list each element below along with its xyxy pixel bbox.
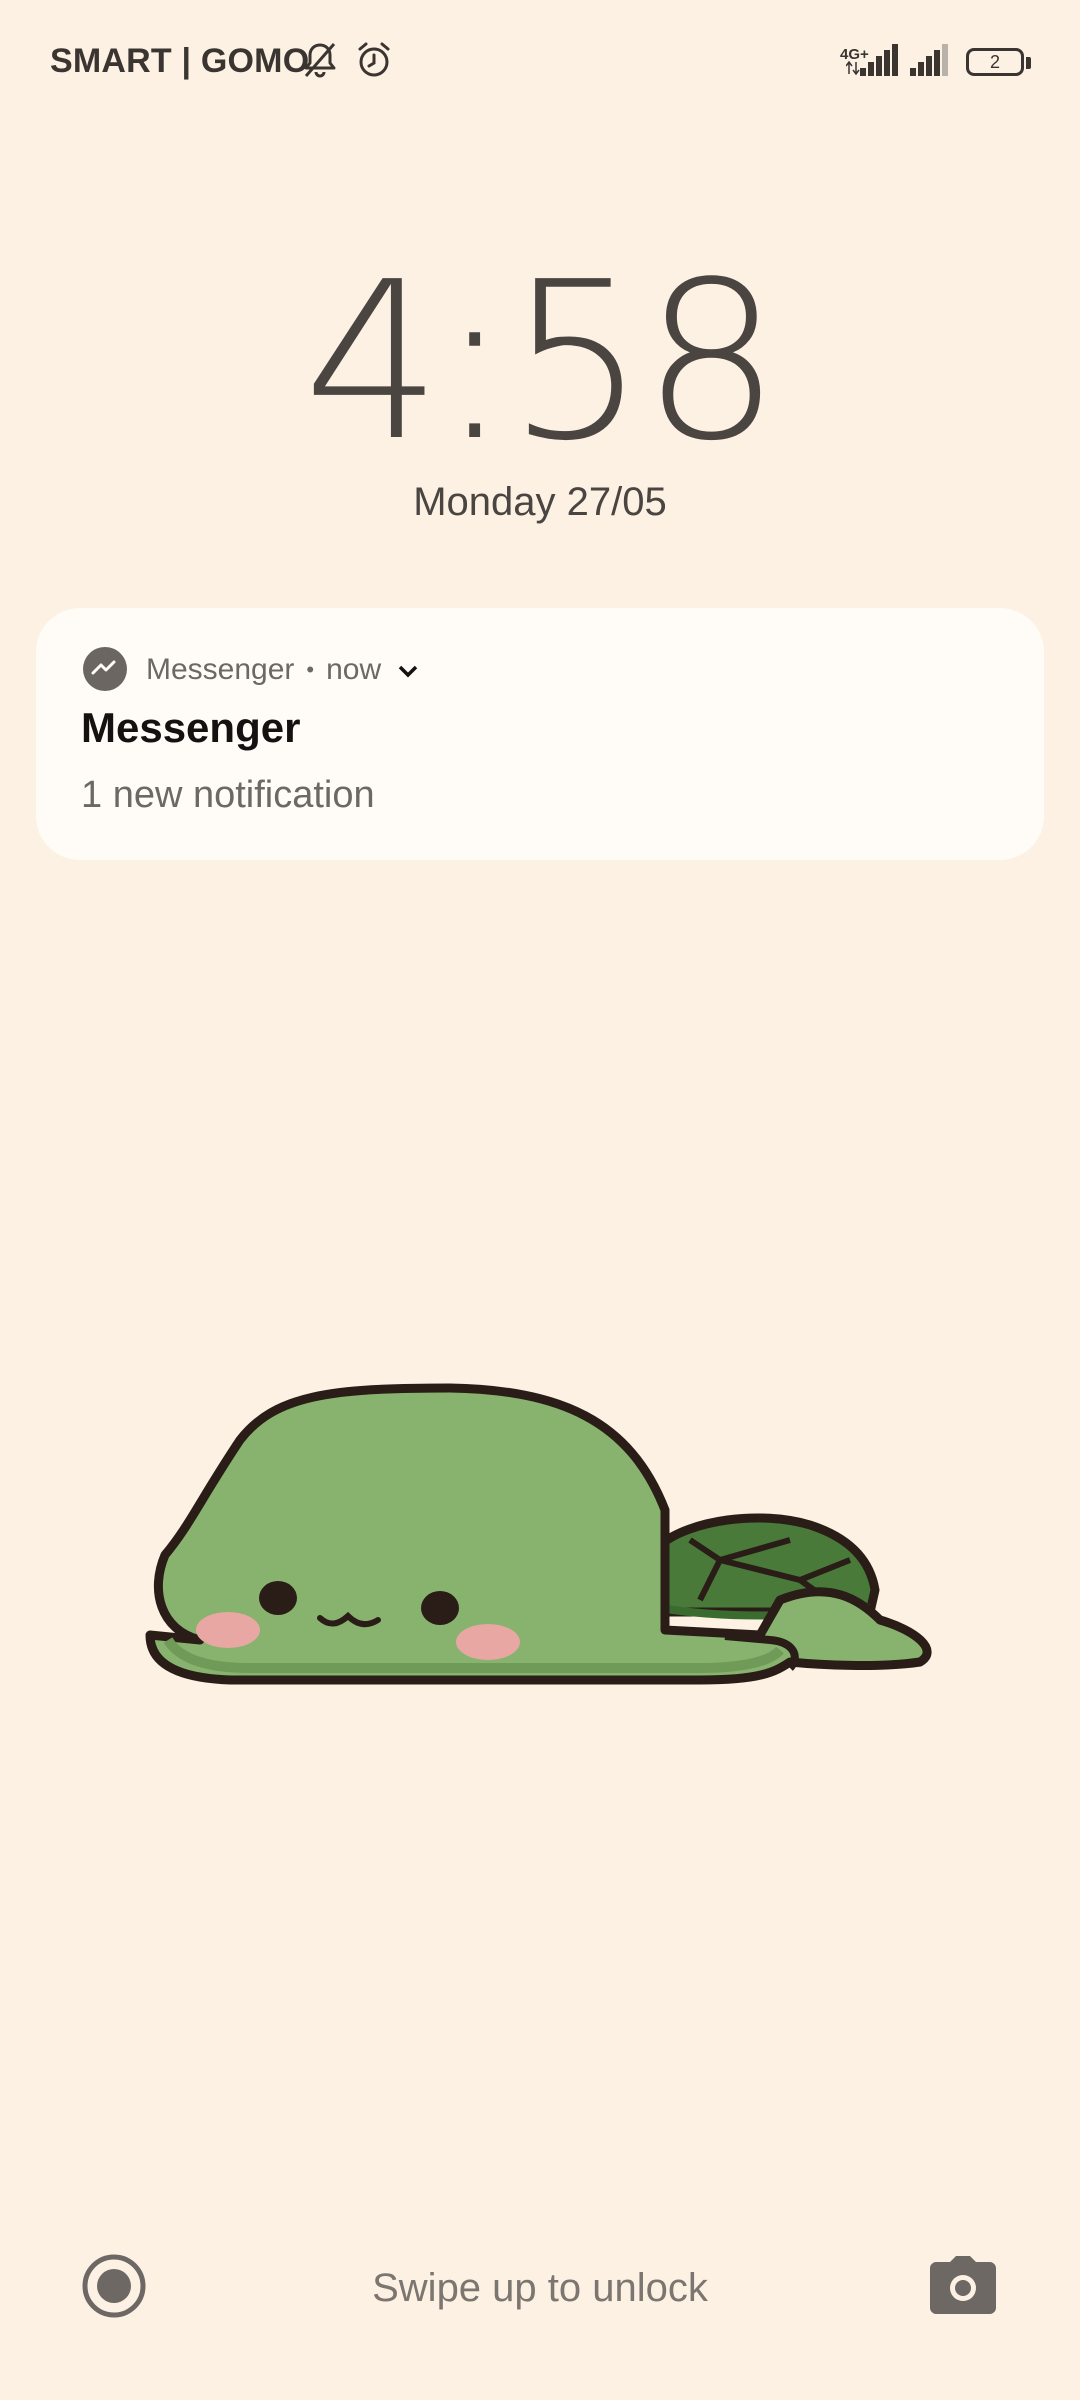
- notification-app-name: Messenger: [146, 653, 295, 687]
- swipe-unlock-hint[interactable]: Swipe up to unlock: [0, 2266, 1080, 2311]
- turtle-wallpaper-illustration: [145, 1383, 932, 1685]
- signal-icon: [846, 44, 898, 76]
- lockscreen-bottom-bar: Swipe up to unlock: [0, 2240, 1080, 2340]
- notification-title: Messenger: [81, 704, 301, 751]
- status-bar: SMART | GOMO 4G+ 2: [0, 0, 1080, 130]
- notification-card[interactable]: Messenger • now Messenger 1 new notificati…: [36, 608, 1044, 860]
- lock-clock: 4:58: [303, 236, 781, 489]
- alarm-icon: [358, 42, 390, 77]
- messenger-icon: [83, 647, 127, 691]
- notification-body: 1 new notification: [81, 774, 375, 816]
- notification-meta: Messenger • now: [146, 652, 419, 687]
- battery-level: 2: [989, 52, 1000, 72]
- carrier-name: SMART | GOMO: [50, 42, 310, 80]
- expand-chevron-icon[interactable]: [397, 653, 419, 687]
- notification-separator: •: [306, 657, 315, 683]
- camera-icon[interactable]: [930, 2254, 996, 2314]
- battery-icon: 2: [966, 48, 1031, 80]
- signal-icon: [910, 44, 948, 76]
- lock-date: Monday 27/05: [413, 480, 667, 524]
- notifications-off-icon: [304, 43, 336, 78]
- notification-time: now: [326, 653, 382, 687]
